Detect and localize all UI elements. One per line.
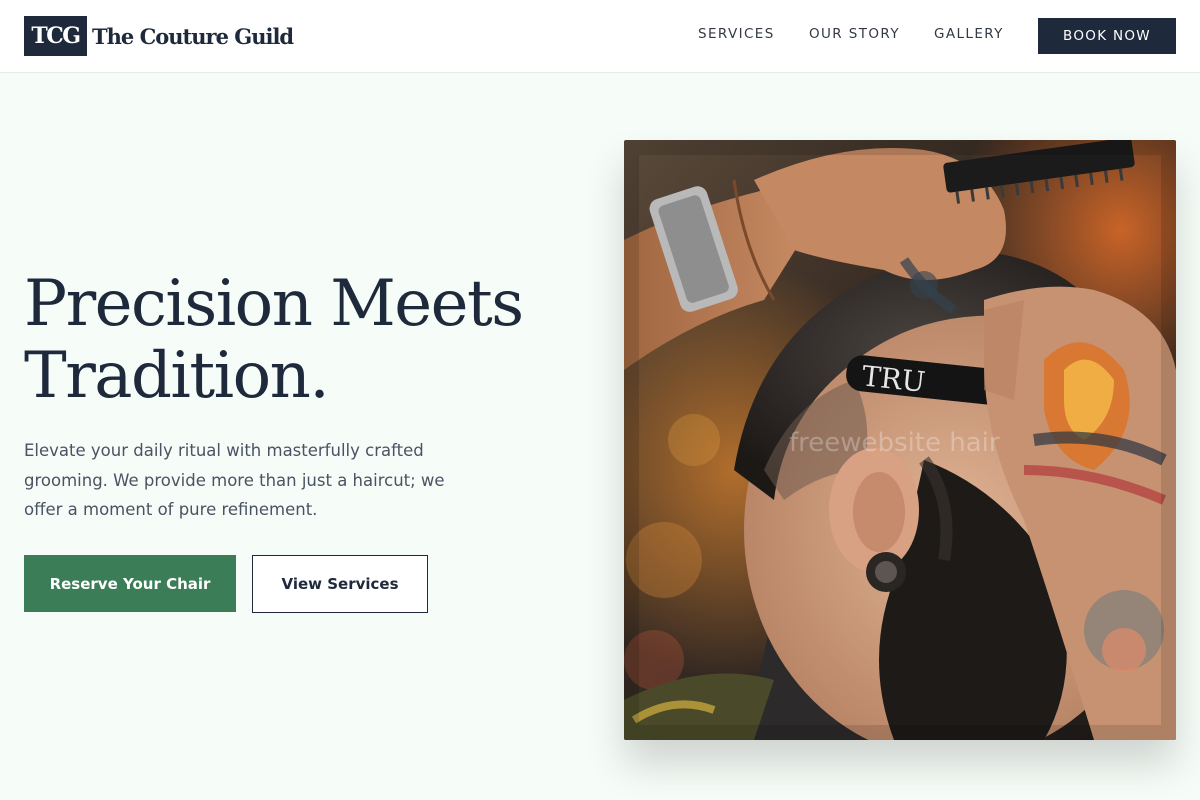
hero-title-line-2: Tradition.: [24, 339, 330, 413]
book-now-button[interactable]: BOOK NOW: [1038, 18, 1176, 54]
nav-link-services[interactable]: SERVICES: [698, 26, 775, 42]
hero-title: Precision Meets Tradition.: [24, 268, 604, 412]
photo-watermark: freewebsite hair: [789, 428, 1000, 458]
site-header: TCG The Couture Guild SERVICES OUR STORY…: [0, 0, 1200, 73]
nav-link-our-story[interactable]: OUR STORY: [809, 26, 900, 42]
nav-link-gallery[interactable]: GALLERY: [934, 26, 1004, 42]
brand-logo[interactable]: TCG The Couture Guild: [24, 16, 294, 56]
hero-description: Elevate your daily ritual with masterful…: [24, 441, 445, 519]
brand-name: The Couture Guild: [92, 23, 294, 49]
razor-brand: TRU: [860, 359, 926, 398]
reserve-chair-button[interactable]: Reserve Your Chair: [24, 555, 236, 612]
barber-photo: TRU freewebsite hair: [624, 140, 1176, 740]
hero-title-line-1: Precision Meets: [24, 267, 524, 341]
logo-mark: TCG: [24, 16, 87, 56]
view-services-button[interactable]: View Services: [252, 555, 428, 613]
